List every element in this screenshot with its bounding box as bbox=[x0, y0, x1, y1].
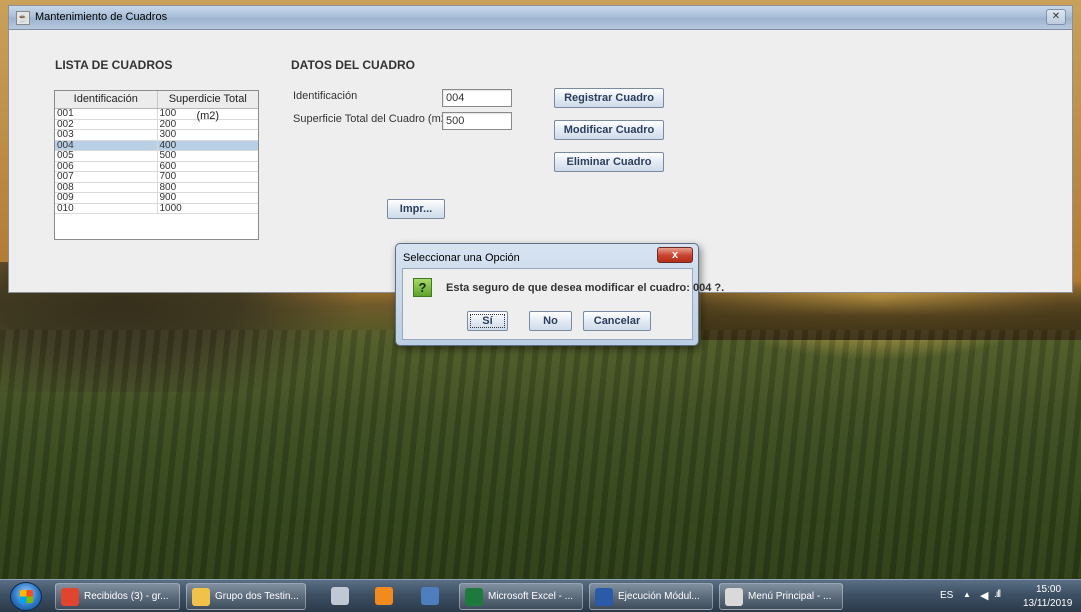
language-indicator[interactable]: ES bbox=[940, 590, 953, 601]
system-tray: ES ▲ ◀ .ıll 15:00 13/11/2019 bbox=[930, 580, 1081, 612]
table-row[interactable]: 006 600 bbox=[55, 161, 258, 172]
java-icon bbox=[725, 588, 743, 606]
dialog-body: ? Esta seguro de que desea modificar el … bbox=[402, 268, 724, 340]
wallpaper-crop-rows bbox=[0, 330, 1081, 580]
clock-date[interactable]: 13/11/2019 bbox=[1023, 598, 1072, 609]
registrar-cuadro-button[interactable]: Registrar Cuadro bbox=[554, 88, 664, 108]
taskbar-item-word[interactable]: Ejecución Módul... bbox=[589, 583, 713, 610]
cell-superficie: 1000 bbox=[159, 203, 182, 213]
table-row[interactable]: 010 1000 bbox=[55, 203, 258, 214]
table-header: Identificación Superdicie Total (m2) bbox=[55, 91, 259, 122]
java-app-icon: ☕ bbox=[16, 11, 30, 25]
taskbar-item-excel[interactable]: Microsoft Excel - ... bbox=[459, 583, 583, 610]
cell-identificacion: 003 bbox=[55, 130, 158, 140]
yes-button[interactable]: Sí bbox=[467, 311, 508, 331]
datos-title: DATOS DEL CUADRO bbox=[291, 58, 416, 72]
dialog-title: Seleccionar una Opción bbox=[403, 252, 520, 264]
table-row[interactable]: 007 700 bbox=[55, 172, 258, 183]
table-body: 001 100 002 200 003 300 004 400 005 500 006 600 007 7… bbox=[55, 109, 258, 214]
superficie-input[interactable] bbox=[442, 112, 512, 130]
table-row[interactable]: 004 400 bbox=[55, 140, 258, 151]
clock-time[interactable]: 15:00 bbox=[1036, 584, 1061, 595]
column-header-identificacion[interactable]: Identificación bbox=[55, 91, 158, 108]
windows-logo-icon bbox=[20, 590, 33, 603]
taskbar-item-java[interactable]: Menú Principal - ... bbox=[719, 583, 843, 610]
table-row[interactable]: 002 200 bbox=[55, 119, 258, 130]
cell-identificacion: 005 bbox=[55, 151, 158, 161]
cell-superficie: 400 bbox=[159, 140, 177, 150]
cell-superficie: 300 bbox=[159, 130, 177, 140]
no-button[interactable]: No bbox=[529, 311, 572, 331]
taskbar-item-label: Menú Principal - ... bbox=[748, 591, 832, 602]
cancel-button[interactable]: Cancelar bbox=[583, 311, 651, 331]
taskbar: Recibidos (3) - gr... Grupo dos Testin..… bbox=[0, 579, 1081, 612]
cell-identificacion: 008 bbox=[55, 182, 158, 192]
cell-identificacion: 007 bbox=[55, 172, 158, 182]
cell-superficie: 700 bbox=[159, 172, 177, 182]
taskbar-item-label: Recibidos (3) - gr... bbox=[84, 591, 169, 602]
chrome-icon bbox=[61, 588, 79, 606]
dialog-close-button[interactable]: x bbox=[657, 247, 693, 263]
orange-app-icon bbox=[375, 587, 393, 605]
superficie-label: Superficie Total del Cuadro (m2) bbox=[293, 113, 451, 125]
cell-superficie: 500 bbox=[159, 151, 177, 161]
table-row[interactable]: 009 900 bbox=[55, 193, 258, 204]
cell-superficie: 800 bbox=[159, 182, 177, 192]
cell-identificacion: 009 bbox=[55, 193, 158, 203]
cell-superficie: 900 bbox=[159, 193, 177, 203]
table-row[interactable]: 001 100 bbox=[55, 109, 258, 120]
identificacion-input[interactable] bbox=[442, 89, 512, 107]
snipping-tool-icon bbox=[331, 587, 349, 605]
cell-identificacion: 004 bbox=[55, 140, 158, 150]
folder-icon bbox=[192, 588, 210, 606]
window-titlebar[interactable]: ☕ Mantenimiento de Cuadros ✕ bbox=[9, 6, 1072, 30]
cell-superficie: 600 bbox=[159, 161, 177, 171]
window-title: Mantenimiento de Cuadros bbox=[35, 11, 168, 23]
cell-identificacion: 010 bbox=[55, 203, 158, 213]
network-tool-icon bbox=[421, 587, 439, 605]
question-icon: ? bbox=[413, 278, 432, 297]
table-row[interactable]: 003 300 bbox=[55, 130, 258, 141]
column-header-superficie[interactable]: Superdicie Total (m2) bbox=[158, 91, 259, 122]
cell-superficie: 200 bbox=[159, 119, 177, 129]
identificacion-label: Identificación bbox=[293, 90, 358, 102]
window-close-button[interactable]: ✕ bbox=[1046, 9, 1066, 25]
volume-icon[interactable]: ◀ bbox=[980, 589, 988, 602]
start-button[interactable] bbox=[10, 582, 42, 611]
taskbar-pinned-orange-app[interactable] bbox=[362, 583, 406, 610]
cell-identificacion: 001 bbox=[55, 109, 158, 119]
show-hidden-icons-icon[interactable]: ▲ bbox=[963, 590, 971, 599]
eliminar-cuadro-button[interactable]: Eliminar Cuadro bbox=[554, 152, 664, 172]
cell-identificacion: 002 bbox=[55, 119, 158, 129]
cell-superficie: 100 bbox=[159, 109, 177, 119]
table-row[interactable]: 008 800 bbox=[55, 182, 258, 193]
taskbar-pinned-snipping[interactable] bbox=[318, 583, 362, 610]
cell-identificacion: 006 bbox=[55, 161, 158, 171]
network-signal-icon[interactable]: .ıll bbox=[994, 589, 1001, 600]
modificar-cuadro-button[interactable]: Modificar Cuadro bbox=[554, 120, 664, 140]
taskbar-item-chrome[interactable]: Recibidos (3) - gr... bbox=[55, 583, 180, 610]
taskbar-pinned-network-tool[interactable] bbox=[408, 583, 452, 610]
taskbar-item-label: Grupo dos Testin... bbox=[215, 591, 299, 602]
excel-icon bbox=[465, 588, 483, 606]
imprimir-button[interactable]: Impr... bbox=[387, 199, 445, 219]
taskbar-item-label: Ejecución Módul... bbox=[618, 591, 700, 602]
taskbar-item-label: Microsoft Excel - ... bbox=[488, 591, 574, 602]
word-icon bbox=[595, 588, 613, 606]
cuadros-table[interactable]: Identificación Superdicie Total (m2) 001… bbox=[54, 90, 259, 240]
table-row[interactable]: 005 500 bbox=[55, 151, 258, 162]
confirm-dialog: Seleccionar una Opción x ? Esta seguro d… bbox=[395, 243, 724, 346]
dialog-message: Esta seguro de que desea modificar el cu… bbox=[446, 282, 725, 294]
taskbar-item-folder[interactable]: Grupo dos Testin... bbox=[186, 583, 306, 610]
lista-title: LISTA DE CUADROS bbox=[55, 58, 173, 72]
